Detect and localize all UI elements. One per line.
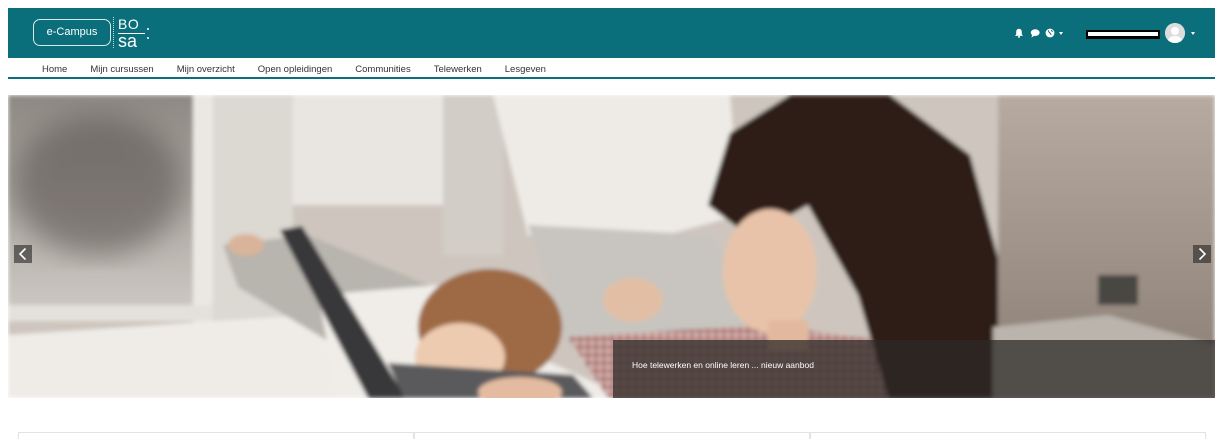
user-name-redacted[interactable] (1086, 30, 1160, 39)
bosa-logo-dot (147, 37, 149, 39)
logo-divider (113, 17, 114, 48)
chat-bubble-icon[interactable] (1030, 28, 1040, 38)
nav-item-communities[interactable]: Communities (355, 63, 410, 76)
ecampus-logo-button[interactable]: e-Campus (33, 19, 111, 46)
nav-item-telewerken[interactable]: Telewerken (434, 63, 482, 76)
user-avatar-icon[interactable] (1165, 23, 1185, 43)
nav-item-mijn-cursussen[interactable]: Mijn cursussen (90, 63, 153, 76)
nav-item-lesgeven[interactable]: Lesgeven (505, 63, 546, 76)
nav-item-open-opleidingen[interactable]: Open opleidingen (258, 63, 332, 76)
bell-icon[interactable] (1014, 28, 1024, 38)
slide-caption-text: Hoe telewerken en online leren ... nieuw… (632, 360, 814, 370)
bosa-logo-dot (147, 28, 149, 30)
bosa-logo[interactable]: BO sa (118, 17, 154, 51)
globe-icon[interactable] (1045, 28, 1055, 38)
nav-item-mijn-overzicht[interactable]: Mijn overzicht (177, 63, 235, 76)
nav-underline (8, 77, 1215, 79)
chevron-right-icon[interactable] (1193, 245, 1211, 263)
hero-carousel: Hoe telewerken en online leren ... nieuw… (8, 95, 1215, 398)
top-header-bar: e-Campus BO sa (8, 8, 1215, 58)
caret-down-icon[interactable] (1059, 32, 1063, 35)
course-card[interactable] (810, 432, 1206, 439)
bosa-logo-bottom: sa (118, 31, 138, 51)
caret-down-icon[interactable] (1191, 32, 1195, 35)
slide-caption[interactable]: Hoe telewerken en online leren ... nieuw… (613, 340, 1215, 398)
course-card[interactable] (18, 432, 414, 439)
nav-item-home[interactable]: Home (42, 63, 67, 76)
main-navigation: Home Mijn cursussen Mijn overzicht Open … (42, 63, 546, 76)
card-row (18, 432, 1206, 439)
course-card[interactable] (414, 432, 810, 439)
chevron-left-icon[interactable] (14, 245, 32, 263)
bosa-logo-top: BO (118, 16, 140, 32)
